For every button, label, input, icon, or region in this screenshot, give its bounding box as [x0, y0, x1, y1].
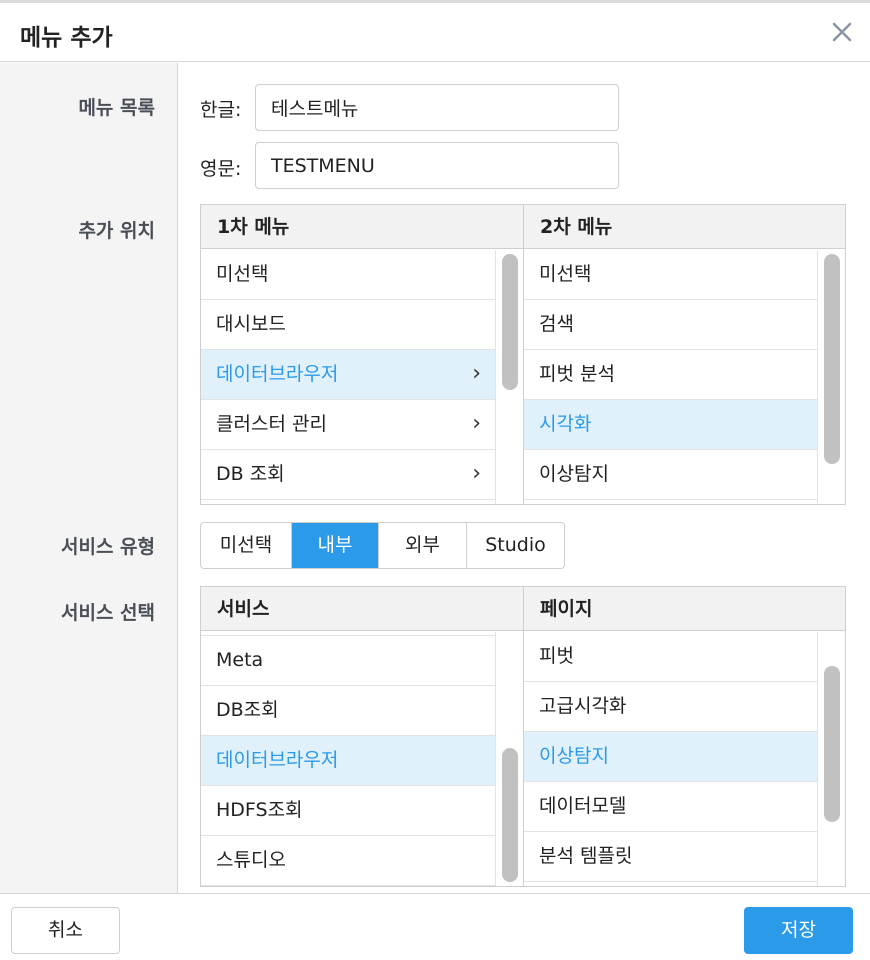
page-scrollbar[interactable]: [817, 632, 845, 886]
list-item-label: DB 조회: [216, 463, 285, 485]
page-item[interactable]: 데이터모델: [524, 782, 817, 832]
service-type-selector: 미선택 내부 외부 Studio: [200, 522, 565, 569]
save-button[interactable]: 저장: [744, 907, 853, 954]
scroll-thumb[interactable]: [824, 666, 840, 822]
close-icon[interactable]: [828, 18, 856, 46]
second-menu-item[interactable]: 미선택: [524, 250, 817, 300]
korean-name-input[interactable]: [255, 84, 619, 131]
page-list: 피벗 고급시각화 이상탐지 데이터모델 분석 템플릿: [524, 632, 817, 886]
second-menu-item[interactable]: 피벗 분석: [524, 350, 817, 400]
menu-list-label: 메뉴 목록: [78, 97, 155, 119]
second-menu-list: 미선택 검색 피벗 분석 시각화 이상탐지: [524, 250, 817, 504]
chevron-right-icon: ›: [472, 461, 481, 486]
dialog-title: 메뉴 추가: [20, 25, 113, 51]
add-menu-dialog: 메뉴 추가 메뉴 목록 추가 위치 서비스 유형 서비스 선택 한글: 영문: …: [0, 0, 870, 960]
list-item-label: 미선택: [216, 263, 269, 285]
page-item[interactable]: 분석 템플릿: [524, 832, 817, 882]
service-item[interactable]: 스튜디오: [201, 836, 495, 886]
list-item-label: 이상탐지: [539, 463, 609, 485]
list-item-label: 스튜디오: [216, 849, 286, 871]
list-item-label: 데이터모델: [539, 795, 627, 817]
first-menu-item[interactable]: 대시보드: [201, 300, 495, 350]
list-item-label: 클러스터 관리: [216, 413, 327, 435]
list-item-label: DB조회: [216, 699, 279, 721]
service-select-label: 서비스 선택: [60, 602, 155, 624]
list-item-label: 분석 템플릿: [539, 845, 633, 867]
scroll-thumb[interactable]: [824, 254, 840, 464]
second-menu-header: 2차 메뉴: [524, 205, 845, 249]
service-list: Meta DB조회 데이터브라우저 HDFS조회 스튜디오: [201, 632, 495, 886]
service-type-external[interactable]: 외부: [379, 523, 467, 568]
first-menu-item[interactable]: 데이터브라우저 ›: [201, 350, 495, 400]
list-item-label: 데이터브라우저: [216, 363, 339, 385]
list-item-label: 시각화: [539, 413, 592, 435]
first-menu-item[interactable]: 미선택: [201, 250, 495, 300]
scroll-thumb[interactable]: [502, 748, 518, 882]
second-menu-item[interactable]: 검색: [524, 300, 817, 350]
chevron-right-icon: ›: [472, 411, 481, 436]
dialog-header: 메뉴 추가: [0, 6, 870, 62]
service-item[interactable]: DB조회: [201, 686, 495, 736]
dialog-footer: 취소 저장: [0, 893, 870, 960]
second-menu-item[interactable]: 이상탐지: [524, 450, 817, 500]
list-item-label: 대시보드: [216, 313, 286, 335]
list-item-label: 데이터브라우저: [216, 749, 339, 771]
first-menu-scrollbar[interactable]: [495, 250, 523, 504]
first-menu-list: 미선택 대시보드 데이터브라우저 › 클러스터 관리 › DB 조회 ›: [201, 250, 495, 504]
list-item-label: 고급시각화: [539, 695, 627, 717]
korean-name-label: 한글:: [200, 99, 242, 121]
first-menu-header: 1차 메뉴: [201, 205, 523, 249]
cancel-button[interactable]: 취소: [11, 907, 120, 954]
chevron-right-icon: ›: [472, 361, 481, 386]
second-menu-item[interactable]: 시각화: [524, 400, 817, 450]
list-item-label: HDFS조회: [216, 799, 303, 821]
label-column: 메뉴 목록 추가 위치 서비스 유형 서비스 선택: [0, 63, 178, 893]
service-select-panel: 서비스 페이지 Meta DB조회 데이터브라우저 HDFS조회 스튜디오 피벗…: [200, 586, 846, 887]
service-type-internal[interactable]: 내부: [292, 523, 379, 568]
english-name-input[interactable]: [255, 142, 619, 189]
first-menu-item[interactable]: DB 조회 ›: [201, 450, 495, 500]
scroll-thumb[interactable]: [502, 254, 518, 390]
list-item-label: Meta: [216, 649, 264, 671]
service-item[interactable]: HDFS조회: [201, 786, 495, 836]
page-item[interactable]: 피벗: [524, 632, 817, 682]
service-type-studio[interactable]: Studio: [467, 523, 564, 568]
second-menu-scrollbar[interactable]: [817, 250, 845, 504]
english-name-label: 영문:: [200, 158, 242, 180]
list-item-label: 피벗 분석: [539, 363, 615, 385]
service-item[interactable]: Meta: [201, 636, 495, 686]
list-item-label: 미선택: [539, 263, 592, 285]
page-header: 페이지: [524, 587, 845, 631]
position-panel: 1차 메뉴 2차 메뉴 미선택 대시보드 데이터브라우저 › 클러스터 관리 › D…: [200, 204, 846, 505]
service-item[interactable]: 데이터브라우저: [201, 736, 495, 786]
list-item-label: 검색: [539, 313, 574, 335]
list-item-label: 피벗: [539, 645, 574, 667]
page-item[interactable]: 고급시각화: [524, 682, 817, 732]
service-type-label: 서비스 유형: [60, 536, 155, 558]
first-menu-item[interactable]: 클러스터 관리 ›: [201, 400, 495, 450]
service-header: 서비스: [201, 587, 523, 631]
list-item-label: 이상탐지: [539, 745, 609, 767]
service-type-none[interactable]: 미선택: [201, 523, 292, 568]
page-item[interactable]: 이상탐지: [524, 732, 817, 782]
service-scrollbar[interactable]: [495, 632, 523, 886]
position-label: 추가 위치: [78, 220, 155, 242]
